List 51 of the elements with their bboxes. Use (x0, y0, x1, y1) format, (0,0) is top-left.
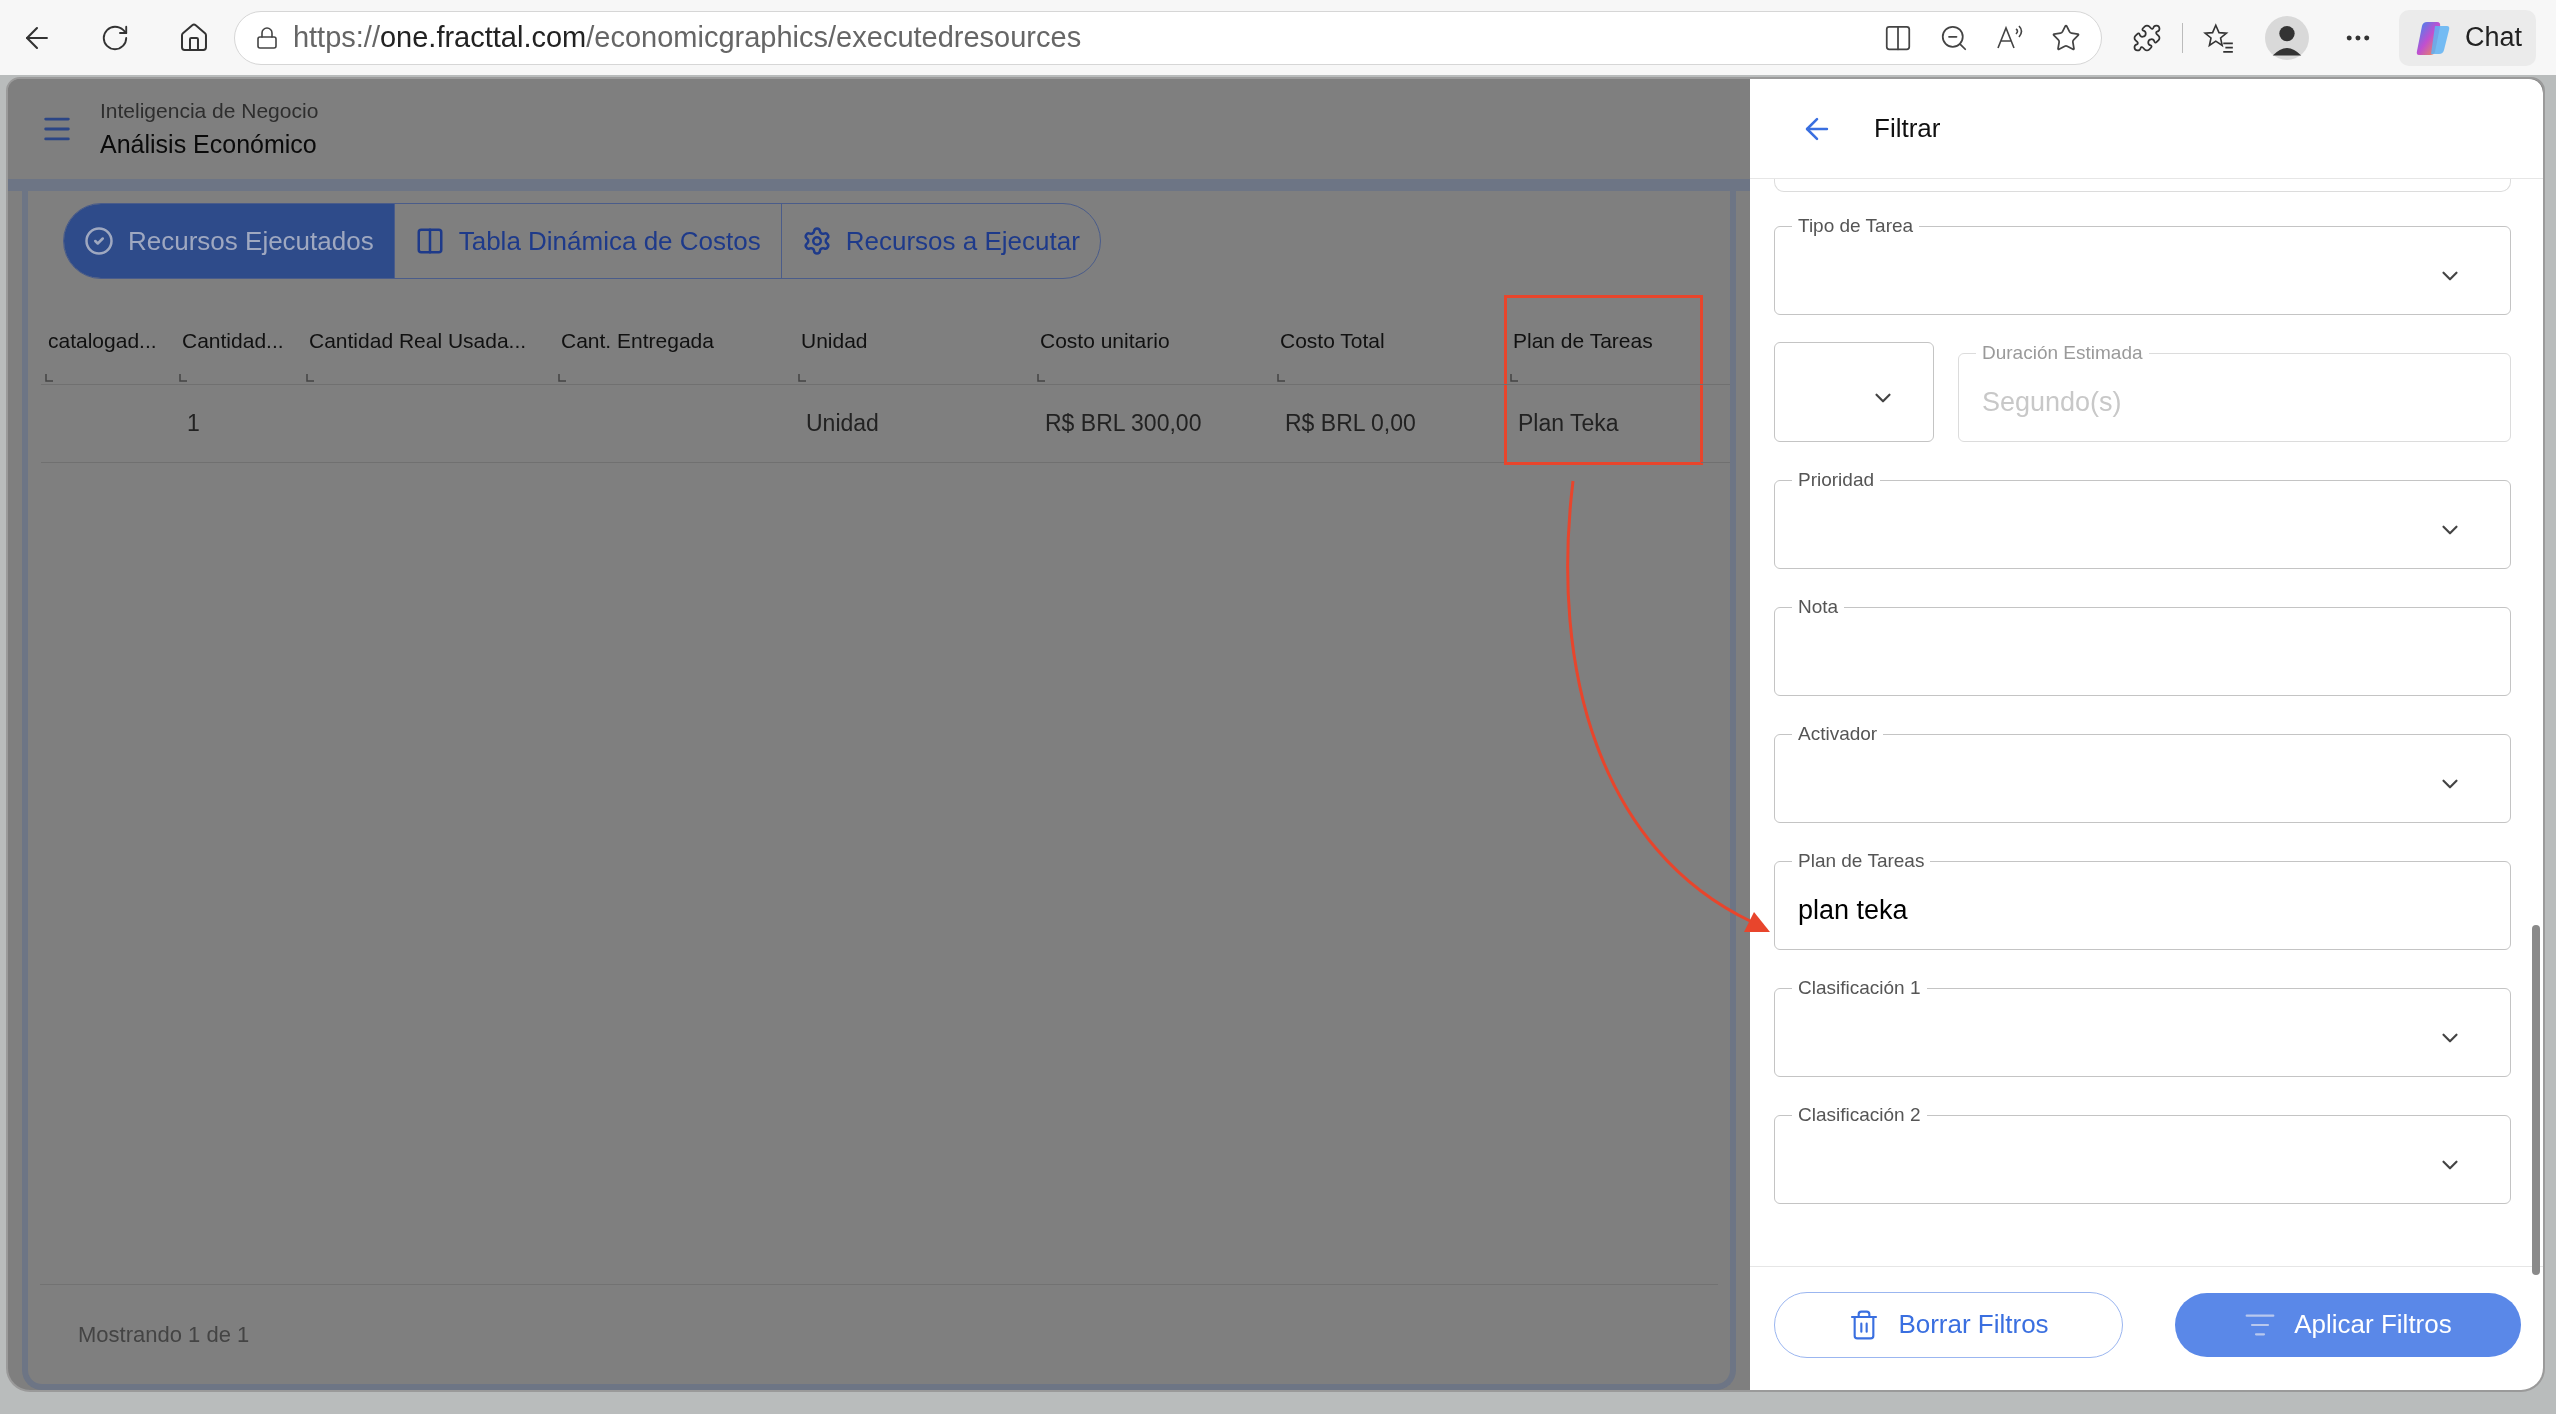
url-text: https://one.fracttal.com/economicgraphics/executedresources (292, 19, 1082, 55)
resize-handle-icon[interactable] (798, 374, 806, 382)
page-title: Análisis Económico (100, 129, 318, 160)
favorite-star-icon[interactable] (2051, 22, 2082, 53)
column-header[interactable]: catalogad... (41, 297, 175, 385)
check-circle-icon (84, 226, 114, 256)
table-cell-text: 1 (187, 409, 200, 439)
extensions-icon[interactable] (2132, 22, 2163, 53)
field-label: Tipo de Tarea (1797, 215, 1915, 237)
table-cell-text: Plan Teka (1518, 409, 1619, 439)
tab[interactable]: Tabla Dinámica de Costos (393, 204, 781, 278)
breadcrumb: Inteligencia de Negocio (100, 97, 319, 124)
resize-handle-icon[interactable] (179, 374, 187, 382)
settings-icon (801, 226, 832, 256)
address-bar[interactable]: https://one.fracttal.com/economicgraphics/executedresources (233, 10, 2103, 65)
column-header[interactable]: Plan de Tareas (1506, 297, 1701, 385)
column-header[interactable]: Cant. Entregada (554, 297, 794, 385)
field-label: Prioridad (1797, 469, 1876, 491)
resize-handle-icon[interactable] (558, 374, 566, 382)
field-input[interactable]: plan teka (1792, 890, 2493, 931)
clear-filters-button[interactable]: Borrar Filtros (1774, 1291, 2123, 1358)
apply-filters-button[interactable]: Aplicar Filtros (2175, 1292, 2521, 1357)
field-label: Clasificación 2 (1797, 1104, 1922, 1126)
resize-handle-icon[interactable] (1037, 374, 1045, 382)
profile-avatar[interactable] (2265, 15, 2309, 60)
tab[interactable]: Recursos a Ejecutar (780, 204, 1100, 278)
field-label: Duración Estimada (1981, 342, 2144, 364)
scrollbar[interactable] (2532, 925, 2540, 1275)
column-header[interactable]: Unidad (794, 297, 1033, 385)
resize-handle-icon[interactable] (1510, 374, 1518, 382)
field-label: Plan de Tareas (1797, 850, 1926, 872)
lock-icon[interactable] (254, 25, 279, 50)
field-label: Clasificación 1 (1797, 977, 1922, 999)
column-header[interactable]: Costo Total (1273, 297, 1506, 385)
favorites-list-icon[interactable] (2203, 21, 2236, 54)
select-field[interactable] (1774, 342, 1934, 442)
resize-handle-icon[interactable] (45, 374, 53, 382)
resize-handle-icon[interactable] (306, 374, 314, 382)
column-header[interactable]: Costo unitario (1033, 297, 1273, 385)
panel-title: Filtrar (1874, 112, 1941, 145)
tab[interactable]: Recursos Ejecutados (64, 204, 394, 278)
table-cell-text: R$ BRL 0,00 (1285, 409, 1416, 439)
resize-handle-icon[interactable] (1277, 374, 1285, 382)
column-header[interactable]: Cantidad Real Usada... (302, 297, 554, 385)
table-cell-text: R$ BRL 300,00 (1045, 409, 1202, 439)
chat-button[interactable]: Chat (2398, 9, 2536, 66)
column-header[interactable]: Cantidad... (175, 297, 302, 385)
field-label: Activador (1797, 723, 1879, 745)
pagination-status: Mostrando 1 de 1 (78, 1321, 250, 1349)
table-cell-text: Unidad (806, 409, 879, 439)
field-label: Nota (1797, 596, 1840, 618)
